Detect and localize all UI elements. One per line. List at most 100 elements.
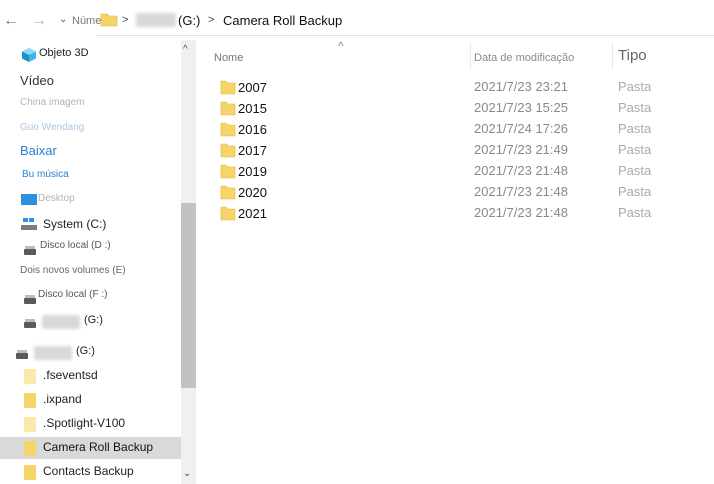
scroll-up-arrow-icon[interactable]: ^ bbox=[183, 44, 188, 55]
file-date-modified: 2021/7/24 17:26 bbox=[474, 121, 568, 136]
file-name: 2015 bbox=[238, 101, 267, 116]
sidebar-item-videos[interactable]: Vídeo bbox=[0, 70, 182, 92]
sidebar-item-label: (G:) bbox=[76, 345, 95, 357]
file-row[interactable]: 2020 2021/7/23 21:48 Pasta bbox=[214, 182, 684, 202]
breadcrumb-drive[interactable]: (G:) bbox=[178, 13, 200, 28]
address-divider bbox=[96, 35, 714, 36]
redacted-drive-name bbox=[34, 346, 72, 360]
navigation-pane: Objeto 3D Vídeo China imagem Guo Wendang… bbox=[0, 40, 182, 484]
desktop-icon bbox=[21, 194, 37, 205]
folder-icon bbox=[24, 417, 36, 432]
sidebar-item-drive-d[interactable]: Disco local (D :) bbox=[0, 237, 182, 259]
sidebar-item-fseventsd[interactable]: .fseventsd bbox=[0, 365, 182, 387]
sort-ascending-icon: ^ bbox=[338, 39, 344, 53]
file-date-modified: 2021/7/23 23:21 bbox=[474, 79, 568, 94]
folder-icon bbox=[220, 122, 236, 137]
sidebar-item-camera-roll-backup[interactable]: Camera Roll Backup bbox=[0, 437, 182, 459]
column-header-date-modified[interactable]: Data de modificação bbox=[474, 52, 574, 64]
sidebar-item-label: System (C:) bbox=[43, 217, 107, 231]
sidebar-item-label: Objeto 3D bbox=[39, 47, 89, 59]
address-toolbar: ← → ⌄ Número > (G:) > Camera Roll Backup bbox=[0, 0, 714, 40]
sidebar-item-label: Disco local (D :) bbox=[40, 240, 111, 251]
windows-drive-icon bbox=[21, 218, 37, 230]
sidebar-scrollbar-thumb[interactable] bbox=[181, 203, 196, 388]
drive-icon bbox=[24, 295, 36, 304]
file-name: 2007 bbox=[238, 80, 267, 95]
sidebar-item-ixpand[interactable]: .ixpand bbox=[0, 389, 182, 411]
folder-icon bbox=[220, 185, 236, 200]
sidebar-item-downloads[interactable]: Baixar bbox=[0, 140, 182, 162]
sidebar-item-label: Dois novos volumes (E) bbox=[20, 265, 126, 276]
sidebar-item-drive-e[interactable]: Dois novos volumes (E) bbox=[0, 262, 182, 284]
folder-icon bbox=[220, 143, 236, 158]
file-name: 2019 bbox=[238, 164, 267, 179]
column-header-name[interactable]: Nome bbox=[214, 52, 243, 64]
sidebar-item-label: Desktop bbox=[38, 193, 75, 204]
file-row[interactable]: 2017 2021/7/23 21:49 Pasta bbox=[214, 140, 684, 160]
column-divider[interactable] bbox=[470, 42, 471, 70]
sidebar-item-label: Vídeo bbox=[20, 73, 54, 88]
sidebar-item-documents[interactable]: Guo Wendang bbox=[0, 119, 182, 141]
file-row[interactable]: 2015 2021/7/23 15:25 Pasta bbox=[214, 98, 684, 118]
file-date-modified: 2021/7/23 21:48 bbox=[474, 205, 568, 220]
back-arrow-icon[interactable]: ← bbox=[3, 12, 19, 30]
sidebar-item-contacts-backup[interactable]: Contacts Backup bbox=[0, 461, 182, 483]
folder-icon bbox=[220, 206, 236, 221]
sidebar-item-label: Baixar bbox=[20, 143, 57, 158]
file-row[interactable]: 2007 2021/7/23 23:21 Pasta bbox=[214, 77, 684, 97]
drive-icon bbox=[24, 246, 36, 255]
sidebar-item-label: .fseventsd bbox=[43, 368, 98, 382]
file-row[interactable]: 2021 2021/7/23 21:48 Pasta bbox=[214, 203, 684, 223]
redacted-drive-name bbox=[42, 315, 80, 329]
file-name: 2017 bbox=[238, 143, 267, 158]
file-row[interactable]: 2016 2021/7/24 17:26 Pasta bbox=[214, 119, 684, 139]
column-divider[interactable] bbox=[612, 42, 613, 70]
file-date-modified: 2021/7/23 15:25 bbox=[474, 100, 568, 115]
sidebar-item-label: Disco local (F :) bbox=[38, 289, 108, 300]
sidebar-item-3d-objects[interactable]: Objeto 3D bbox=[0, 44, 182, 66]
redacted-drive-name bbox=[136, 13, 176, 27]
folder-icon bbox=[24, 393, 36, 408]
file-row[interactable]: 2019 2021/7/23 21:48 Pasta bbox=[214, 161, 684, 181]
file-date-modified: 2021/7/23 21:48 bbox=[474, 163, 568, 178]
sidebar-item-drive-f[interactable]: Disco local (F :) bbox=[0, 286, 182, 308]
folder-icon bbox=[100, 13, 118, 27]
drive-icon bbox=[16, 350, 28, 359]
sidebar-item-label: China imagem bbox=[20, 97, 85, 108]
sidebar-item-system-c[interactable]: System (C:) bbox=[0, 214, 182, 236]
recent-locations-chevron-icon[interactable]: ⌄ bbox=[59, 14, 67, 25]
breadcrumb-separator[interactable]: > bbox=[208, 14, 214, 26]
file-date-modified: 2021/7/23 21:48 bbox=[474, 184, 568, 199]
breadcrumb-current-folder[interactable]: Camera Roll Backup bbox=[223, 13, 342, 28]
sidebar-item-label: Contacts Backup bbox=[43, 464, 134, 478]
sidebar-item-label: Camera Roll Backup bbox=[43, 440, 154, 454]
sidebar-item-drive-g-expanded[interactable]: (G:) bbox=[0, 342, 182, 364]
file-name: 2016 bbox=[238, 122, 267, 137]
forward-arrow-icon[interactable]: → bbox=[31, 12, 47, 30]
file-type: Pasta bbox=[618, 205, 652, 220]
sidebar-item-drive-g[interactable]: (G:) bbox=[0, 311, 182, 333]
file-type: Pasta bbox=[618, 184, 652, 199]
drive-icon bbox=[24, 319, 36, 328]
folder-icon bbox=[24, 369, 36, 384]
address-bar[interactable]: Número > (G:) > Camera Roll Backup bbox=[68, 5, 714, 35]
sidebar-item-label: .ixpand bbox=[43, 392, 82, 406]
sidebar-item-label: (G:) bbox=[84, 314, 103, 326]
folder-icon bbox=[24, 465, 36, 480]
folder-icon bbox=[24, 441, 36, 456]
sidebar-item-desktop[interactable]: Desktop bbox=[0, 190, 182, 212]
sidebar-item-music[interactable]: Bu música bbox=[0, 166, 182, 188]
file-type: Pasta bbox=[618, 142, 652, 157]
column-header-type[interactable]: Tipo bbox=[618, 47, 647, 64]
folder-icon bbox=[220, 80, 236, 95]
folder-icon bbox=[220, 101, 236, 116]
file-name: 2020 bbox=[238, 185, 267, 200]
sidebar-item-label: Guo Wendang bbox=[20, 122, 85, 133]
sidebar-item-label: Bu música bbox=[22, 169, 69, 180]
sidebar-item-spotlight[interactable]: .Spotlight-V100 bbox=[0, 413, 182, 435]
sidebar-item-label: .Spotlight-V100 bbox=[43, 416, 126, 430]
scroll-down-arrow-icon[interactable]: ⌄ bbox=[183, 468, 191, 479]
file-date-modified: 2021/7/23 21:49 bbox=[474, 142, 568, 157]
sidebar-item-pictures[interactable]: China imagem bbox=[0, 94, 182, 116]
breadcrumb-separator[interactable]: > bbox=[122, 14, 128, 26]
